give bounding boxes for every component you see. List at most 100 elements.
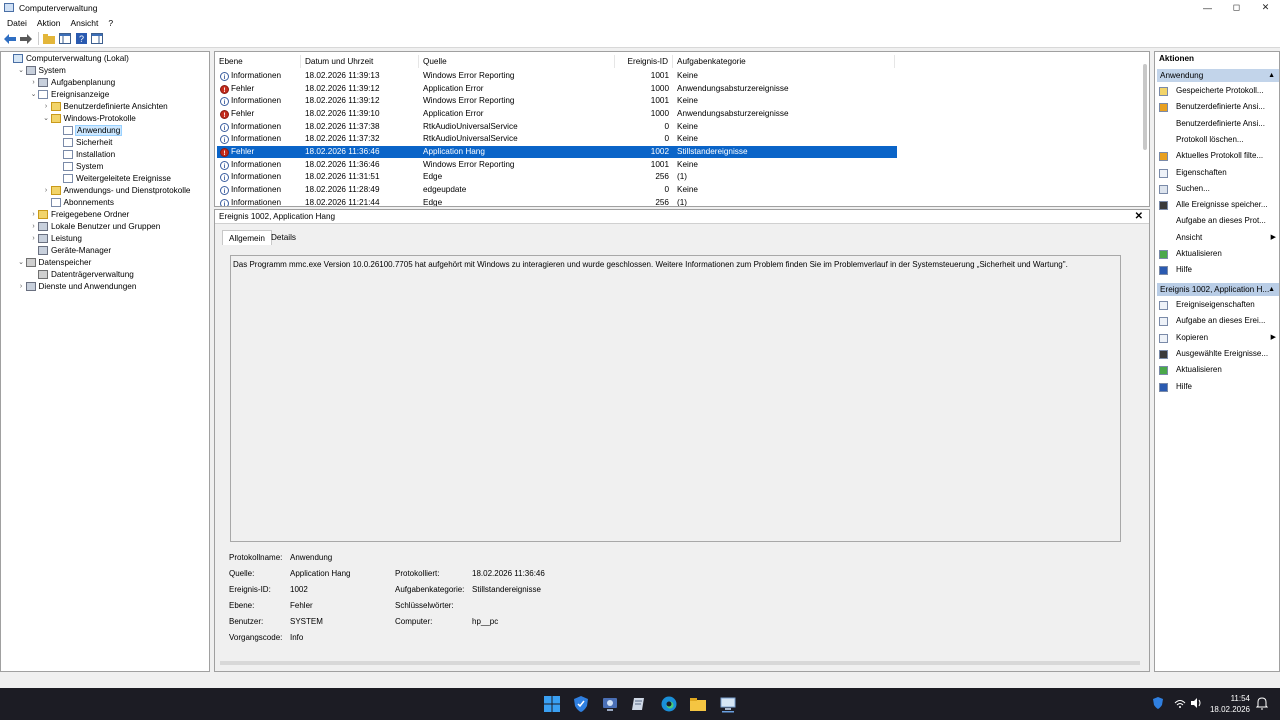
column-datum[interactable]: Datum und Uhrzeit: [301, 55, 419, 68]
action-item[interactable]: Ansicht ▶: [1157, 231, 1279, 245]
close-icon[interactable]: ✕: [1135, 210, 1143, 224]
expand-toggle-icon[interactable]: ›: [29, 79, 38, 86]
show-hide-tree-button[interactable]: [58, 32, 72, 46]
up-folder-button[interactable]: [42, 32, 56, 46]
tree-item[interactable]: Weitergeleitete Ereignisse: [54, 172, 171, 184]
edge-browser-icon[interactable]: [660, 695, 678, 713]
expand-toggle-icon[interactable]: ›: [29, 235, 38, 242]
actions-section-anwendung[interactable]: Anwendung ▲: [1157, 69, 1279, 82]
action-item[interactable]: Benutzerdefinierte Ansi...: [1157, 117, 1279, 131]
tree-item[interactable]: › Leistung: [29, 232, 82, 244]
event-row[interactable]: i Informationen 18.02.2026 11:21:44 Edge 256…: [217, 197, 897, 206]
computer-management-taskbar-icon[interactable]: [719, 695, 737, 713]
action-item[interactable]: Suchen...: [1157, 182, 1279, 196]
event-row[interactable]: i Informationen 18.02.2026 11:39:12 Windows…: [217, 95, 897, 108]
expand-toggle-icon[interactable]: ›: [29, 223, 38, 230]
event-list-scrollbar[interactable]: [1143, 64, 1147, 150]
event-row[interactable]: i Informationen 18.02.2026 11:36:46 Windows…: [217, 159, 897, 172]
network-icon[interactable]: [1174, 697, 1186, 709]
file-explorer-icon[interactable]: [689, 695, 707, 713]
clock-date: 18.02.2026: [1209, 705, 1250, 714]
expand-toggle-icon[interactable]: ⌄: [17, 66, 26, 74]
tree-item[interactable]: › Benutzerdefinierte Ansichten: [42, 100, 168, 112]
action-item[interactable]: Protokoll löschen...: [1157, 133, 1279, 147]
action-item[interactable]: Benutzerdefinierte Ansi...: [1157, 100, 1279, 114]
event-row[interactable]: i Informationen 18.02.2026 11:37:32 RtkAudi…: [217, 133, 897, 146]
tab-details[interactable]: Details: [265, 230, 302, 245]
minimize-button[interactable]: —: [1193, 0, 1222, 15]
event-row[interactable]: i Informationen 18.02.2026 11:37:38 RtkAudi…: [217, 121, 897, 134]
notification-bell-icon[interactable]: [1256, 697, 1268, 710]
cell-event-id: 1001: [650, 71, 669, 80]
tree-item[interactable]: ⌄ System: [17, 64, 66, 76]
tree-item[interactable]: ⌄ Windows-Protokolle: [42, 112, 136, 124]
event-row[interactable]: ! Fehler 18.02.2026 11:39:12 Application Er…: [217, 83, 897, 96]
expand-toggle-icon[interactable]: ›: [17, 283, 26, 290]
back-button[interactable]: [3, 32, 17, 46]
action-item[interactable]: Aktuelles Protokoll filte...: [1157, 149, 1279, 163]
expand-toggle-icon[interactable]: ›: [42, 187, 51, 194]
remote-desktop-icon[interactable]: [601, 695, 619, 713]
volume-icon[interactable]: [1190, 697, 1202, 709]
action-item[interactable]: Ausgewählte Ereignisse...: [1157, 347, 1279, 361]
column-quelle[interactable]: Quelle: [419, 55, 615, 68]
tree-item[interactable]: Abonnements: [42, 196, 114, 208]
event-row[interactable]: ! Fehler 18.02.2026 11:39:10 Application Er…: [217, 108, 897, 121]
forward-button[interactable]: [19, 32, 33, 46]
expand-toggle-icon[interactable]: ›: [29, 211, 38, 218]
event-row[interactable]: i Informationen 18.02.2026 11:31:51 Edge 256…: [217, 171, 897, 184]
security-tray-icon[interactable]: [1151, 696, 1165, 710]
tree-item[interactable]: › Freigegebene Ordner: [29, 208, 129, 220]
event-row[interactable]: i Informationen 18.02.2026 11:28:49 edgeupd…: [217, 184, 897, 197]
tree-item[interactable]: Computerverwaltung (Lokal): [4, 52, 129, 64]
tree-item[interactable]: Sicherheit: [54, 136, 112, 148]
cell-level: Informationen: [231, 96, 282, 106]
column-aufgabenkategorie[interactable]: Aufgabenkategorie: [673, 55, 895, 68]
event-row[interactable]: ! Fehler 18.02.2026 11:36:46 Application Ha…: [217, 145, 897, 159]
tree-item[interactable]: Installation: [54, 148, 115, 160]
windows-start-icon[interactable]: [543, 695, 561, 713]
action-item[interactable]: Aktualisieren: [1157, 247, 1279, 261]
menu-aktion[interactable]: Aktion: [32, 18, 66, 28]
taskbar-clock[interactable]: 11:54 18.02.2026: [1210, 693, 1250, 715]
event-row[interactable]: i Informationen 18.02.2026 11:39:13 Windows…: [217, 70, 897, 83]
action-item[interactable]: Ereigniseigenschaften: [1157, 298, 1279, 312]
tree-item[interactable]: › Dienste und Anwendungen: [17, 280, 136, 292]
tree-item[interactable]: › Anwendungs- und Dienstprotokolle: [42, 184, 191, 196]
action-item[interactable]: Aktualisieren: [1157, 363, 1279, 377]
action-item[interactable]: Hilfe: [1157, 263, 1279, 277]
action-item[interactable]: Kopieren ▶: [1157, 331, 1279, 345]
maximize-button[interactable]: ◻: [1222, 0, 1251, 15]
help-button[interactable]: ?: [74, 32, 88, 46]
detail-horizontal-scrollbar[interactable]: [220, 661, 1140, 665]
actions-section-event[interactable]: Ereignis 1002, Application H... ▲: [1157, 283, 1279, 296]
action-item[interactable]: Eigenschaften: [1157, 166, 1279, 180]
column-ebene[interactable]: Ebene: [215, 55, 301, 68]
gear-icon: [38, 221, 48, 231]
expand-toggle-icon[interactable]: ⌄: [42, 114, 51, 122]
tree-item[interactable]: › Aufgabenplanung: [29, 76, 115, 88]
show-hide-action-pane-button[interactable]: [90, 32, 104, 46]
action-item[interactable]: Hilfe: [1157, 380, 1279, 394]
column-ereignis-id[interactable]: Ereignis-ID: [615, 55, 673, 68]
close-button[interactable]: ✕: [1251, 0, 1280, 15]
menu-ansicht[interactable]: Ansicht: [65, 18, 103, 28]
expand-toggle-icon[interactable]: ⌄: [29, 90, 38, 98]
tree-item[interactable]: Anwendung: [54, 124, 123, 136]
tree-item[interactable]: ⌄ Ereignisanzeige: [29, 88, 109, 100]
action-item[interactable]: Aufgabe an dieses Prot...: [1157, 214, 1279, 228]
menu-datei[interactable]: Datei: [2, 18, 32, 28]
tree-item[interactable]: ⌄ Datenspeicher: [17, 256, 91, 268]
tree-item[interactable]: Datenträgerverwaltung: [29, 268, 134, 280]
action-item[interactable]: Gespeicherte Protokoll...: [1157, 84, 1279, 98]
tree-item[interactable]: System: [54, 160, 103, 172]
expand-toggle-icon[interactable]: ›: [42, 103, 51, 110]
expand-toggle-icon[interactable]: ⌄: [17, 258, 26, 266]
menu-help[interactable]: ?: [103, 18, 118, 28]
action-item[interactable]: Aufgabe an dieses Erei...: [1157, 314, 1279, 328]
defender-shield-icon[interactable]: [572, 695, 590, 713]
notepad-icon[interactable]: [630, 695, 648, 713]
action-item[interactable]: Alle Ereignisse speicher...: [1157, 198, 1279, 212]
tree-item[interactable]: › Lokale Benutzer und Gruppen: [29, 220, 160, 232]
tree-item[interactable]: Geräte-Manager: [29, 244, 111, 256]
